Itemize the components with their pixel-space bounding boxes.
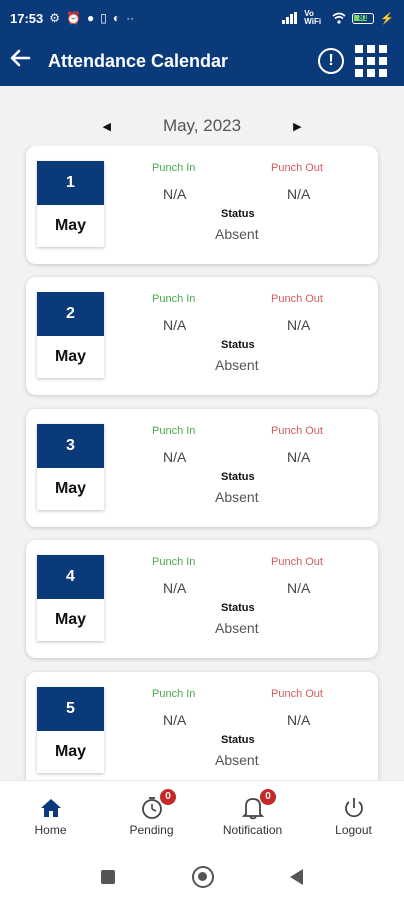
status-value: Absent bbox=[215, 489, 259, 505]
timer-icon bbox=[101, 795, 202, 821]
date-month: May bbox=[54, 480, 87, 497]
punch-in-label: Punch In bbox=[152, 688, 196, 700]
bottom-nav: Home 0 Pending 0 Notification Logout bbox=[0, 780, 404, 842]
month-label: May, 2023 bbox=[162, 116, 242, 135]
attendance-card[interactable]: 3 May Punch In Punch Out N/A N/A Status … bbox=[26, 409, 378, 527]
pending-badge: 0 bbox=[160, 789, 176, 805]
nav-logout[interactable]: Logout bbox=[303, 781, 404, 842]
status-label: Status bbox=[221, 471, 255, 483]
punch-in-label: Punch In bbox=[152, 293, 196, 305]
punch-out-label: Punch Out bbox=[271, 162, 323, 174]
home-circle-icon[interactable] bbox=[192, 866, 214, 888]
nav-label: Notification bbox=[222, 823, 283, 837]
nav-home[interactable]: Home bbox=[0, 781, 101, 842]
status-label: Status bbox=[221, 208, 255, 220]
punch-out-value: N/A bbox=[287, 186, 311, 202]
caret-right-icon[interactable]: ▶ bbox=[241, 120, 353, 133]
date-day: 3 bbox=[37, 424, 104, 468]
status-time: 17:53 bbox=[10, 10, 44, 26]
status-label: Status bbox=[221, 602, 255, 614]
charging-icon: ⚡ bbox=[380, 12, 394, 25]
alarm-icon: ⏰ bbox=[66, 11, 81, 25]
status-label: Status bbox=[221, 339, 255, 351]
status-value: Absent bbox=[215, 620, 259, 636]
back-triangle-icon[interactable] bbox=[290, 869, 303, 885]
page-title: Attendance Calendar bbox=[48, 50, 229, 71]
date-badge: 2 May bbox=[37, 292, 104, 378]
date-day: 2 bbox=[37, 292, 104, 336]
punch-in-label: Punch In bbox=[152, 162, 196, 174]
date-badge: 3 May bbox=[37, 424, 104, 510]
nav-label: Home bbox=[34, 823, 67, 837]
caret-left-icon[interactable]: ◀ bbox=[50, 120, 162, 133]
status-value: Absent bbox=[215, 226, 259, 242]
power-icon bbox=[303, 795, 404, 821]
date-month: May bbox=[54, 217, 87, 234]
date-month: May bbox=[54, 348, 87, 365]
system-nav-bar bbox=[0, 842, 404, 900]
battery-level: 81 bbox=[358, 12, 368, 22]
punch-out-value: N/A bbox=[287, 449, 311, 465]
punch-out-label: Punch Out bbox=[271, 425, 323, 437]
chat-icon: ● bbox=[86, 11, 95, 25]
punch-out-label: Punch Out bbox=[271, 688, 323, 700]
punch-out-label: Punch Out bbox=[271, 293, 323, 305]
attendance-card[interactable]: 4 May Punch In Punch Out N/A N/A Status … bbox=[26, 540, 378, 658]
date-month: May bbox=[54, 743, 87, 760]
more-dots-icon: ·· bbox=[126, 11, 135, 25]
status-label: Status bbox=[221, 734, 255, 746]
punch-out-value: N/A bbox=[287, 580, 311, 596]
punch-out-value: N/A bbox=[287, 712, 311, 728]
punch-in-value: N/A bbox=[163, 712, 187, 728]
network-label: Vo WiFi bbox=[304, 9, 322, 26]
nav-label: Logout bbox=[335, 823, 372, 837]
status-value: Absent bbox=[215, 752, 259, 768]
date-day: 4 bbox=[37, 555, 104, 599]
recents-icon[interactable] bbox=[101, 870, 115, 884]
grid-menu-icon[interactable] bbox=[355, 45, 387, 77]
signal-icon bbox=[282, 12, 298, 24]
arrow-left-icon[interactable] bbox=[0, 47, 40, 76]
punch-out-label: Punch Out bbox=[271, 556, 323, 568]
date-badge: 5 May bbox=[37, 687, 104, 773]
punch-in-label: Punch In bbox=[152, 425, 196, 437]
info-circle-icon[interactable]: ! bbox=[318, 48, 344, 74]
home-icon bbox=[0, 795, 101, 821]
date-month: May bbox=[54, 611, 87, 628]
date-day: 1 bbox=[37, 161, 104, 205]
settings-icon: ⚙ bbox=[49, 11, 61, 25]
date-badge: 1 May bbox=[37, 161, 104, 247]
notification-badge: 0 bbox=[260, 789, 276, 805]
attendance-card[interactable]: 2 May Punch In Punch Out N/A N/A Status … bbox=[26, 277, 378, 395]
punch-in-value: N/A bbox=[163, 449, 187, 465]
punch-out-value: N/A bbox=[287, 317, 311, 333]
nav-pending[interactable]: 0 Pending bbox=[101, 781, 202, 842]
attendance-card[interactable]: 5 May Punch In Punch Out N/A N/A Status … bbox=[26, 672, 378, 780]
bell-icon bbox=[202, 795, 303, 821]
sync-icon: ◐ bbox=[112, 11, 121, 25]
date-badge: 4 May bbox=[37, 555, 104, 641]
battery-icon: 81 bbox=[352, 12, 375, 24]
attendance-list[interactable]: 1 May Punch In Punch Out N/A N/A Status … bbox=[0, 146, 404, 780]
month-navigator: ◀ May, 2023 ▶ bbox=[0, 112, 404, 140]
punch-in-value: N/A bbox=[163, 186, 187, 202]
nav-notification[interactable]: 0 Notification bbox=[202, 781, 303, 842]
status-bar: 17:53 ⚙ ⏰ ● ▯ ◐ ·· Vo WiFi 81 ⚡ bbox=[0, 0, 404, 36]
app-bar: Attendance Calendar ! bbox=[0, 36, 404, 86]
punch-in-value: N/A bbox=[163, 580, 187, 596]
status-value: Absent bbox=[215, 357, 259, 373]
wifi-icon bbox=[332, 12, 346, 24]
attendance-card[interactable]: 1 May Punch In Punch Out N/A N/A Status … bbox=[26, 146, 378, 264]
date-day: 5 bbox=[37, 687, 104, 731]
punch-in-value: N/A bbox=[163, 317, 187, 333]
nav-label: Pending bbox=[129, 823, 174, 837]
sim-icon: ▯ bbox=[100, 11, 107, 25]
punch-in-label: Punch In bbox=[152, 556, 196, 568]
